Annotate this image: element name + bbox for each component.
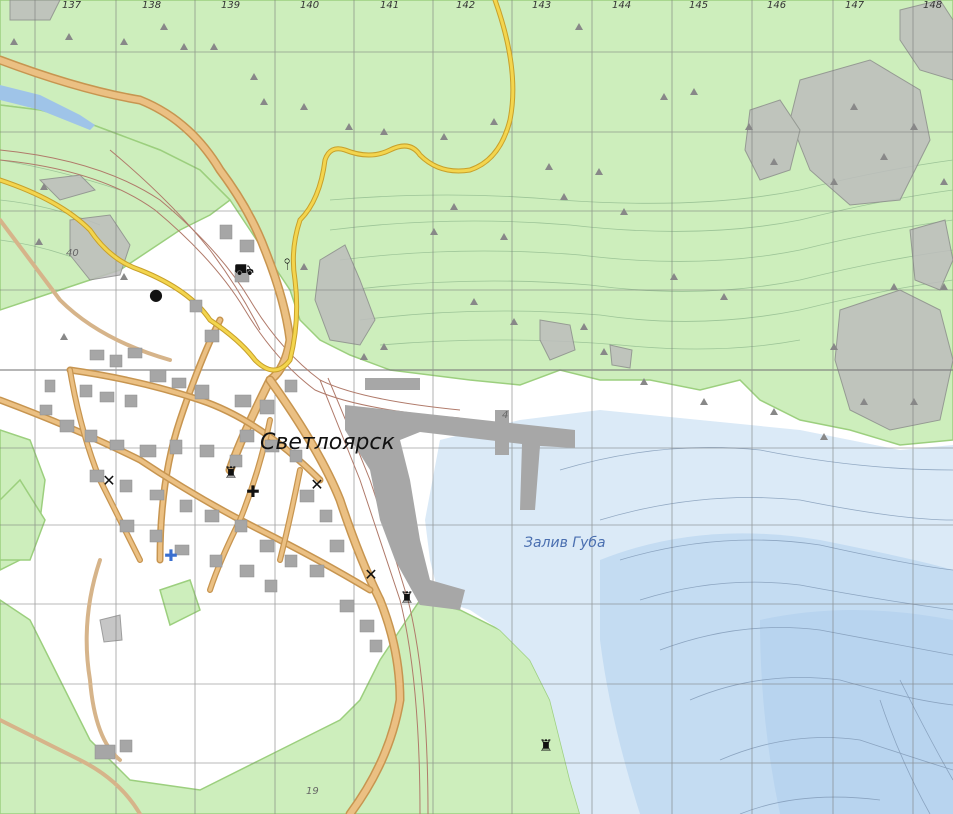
grid-label-142: 142 [456,0,476,11]
elevation-marker: 4 [502,410,509,421]
map-view[interactable]: 137 138 139 140 141 142 143 144 145 146 … [0,0,953,814]
grid-label-143: 143 [532,0,552,11]
grid-label-137: 137 [62,0,82,11]
well-icon[interactable]: ● [147,287,165,305]
crossed-tools-icon[interactable]: ✕ [308,477,326,495]
elevation-marker: 19 [306,786,319,797]
hospital-icon[interactable]: ✚ [162,548,180,566]
crossed-tools-icon[interactable]: ✕ [100,473,118,491]
grid-label-146: 146 [767,0,787,11]
grid-label-139: 139 [221,0,241,11]
grid-label-148: 148 [923,0,943,11]
lighthouse-icon[interactable]: ♜ [398,590,416,608]
grid-label-147: 147 [845,0,865,11]
factory-icon[interactable]: ♜ [222,465,240,483]
map-canvas[interactable] [0,0,953,814]
bay-label[interactable]: Залив Губа [524,535,606,551]
grid-label-141: 141 [380,0,400,11]
grid-label-140: 140 [300,0,320,11]
elevation-marker: 40 [66,248,79,259]
grid-label-144: 144 [612,0,632,11]
church-icon[interactable]: ✚ [244,484,262,502]
train-icon[interactable]: ⛟ [234,262,254,280]
town-label[interactable]: Светлоярск [260,430,395,455]
grid-label-138: 138 [142,0,162,11]
grid-label-145: 145 [689,0,709,11]
crossed-tools-icon[interactable]: ✕ [362,567,380,585]
lighthouse-icon[interactable]: ♜ [537,738,555,756]
antenna-icon[interactable]: ⫯ [278,256,296,274]
